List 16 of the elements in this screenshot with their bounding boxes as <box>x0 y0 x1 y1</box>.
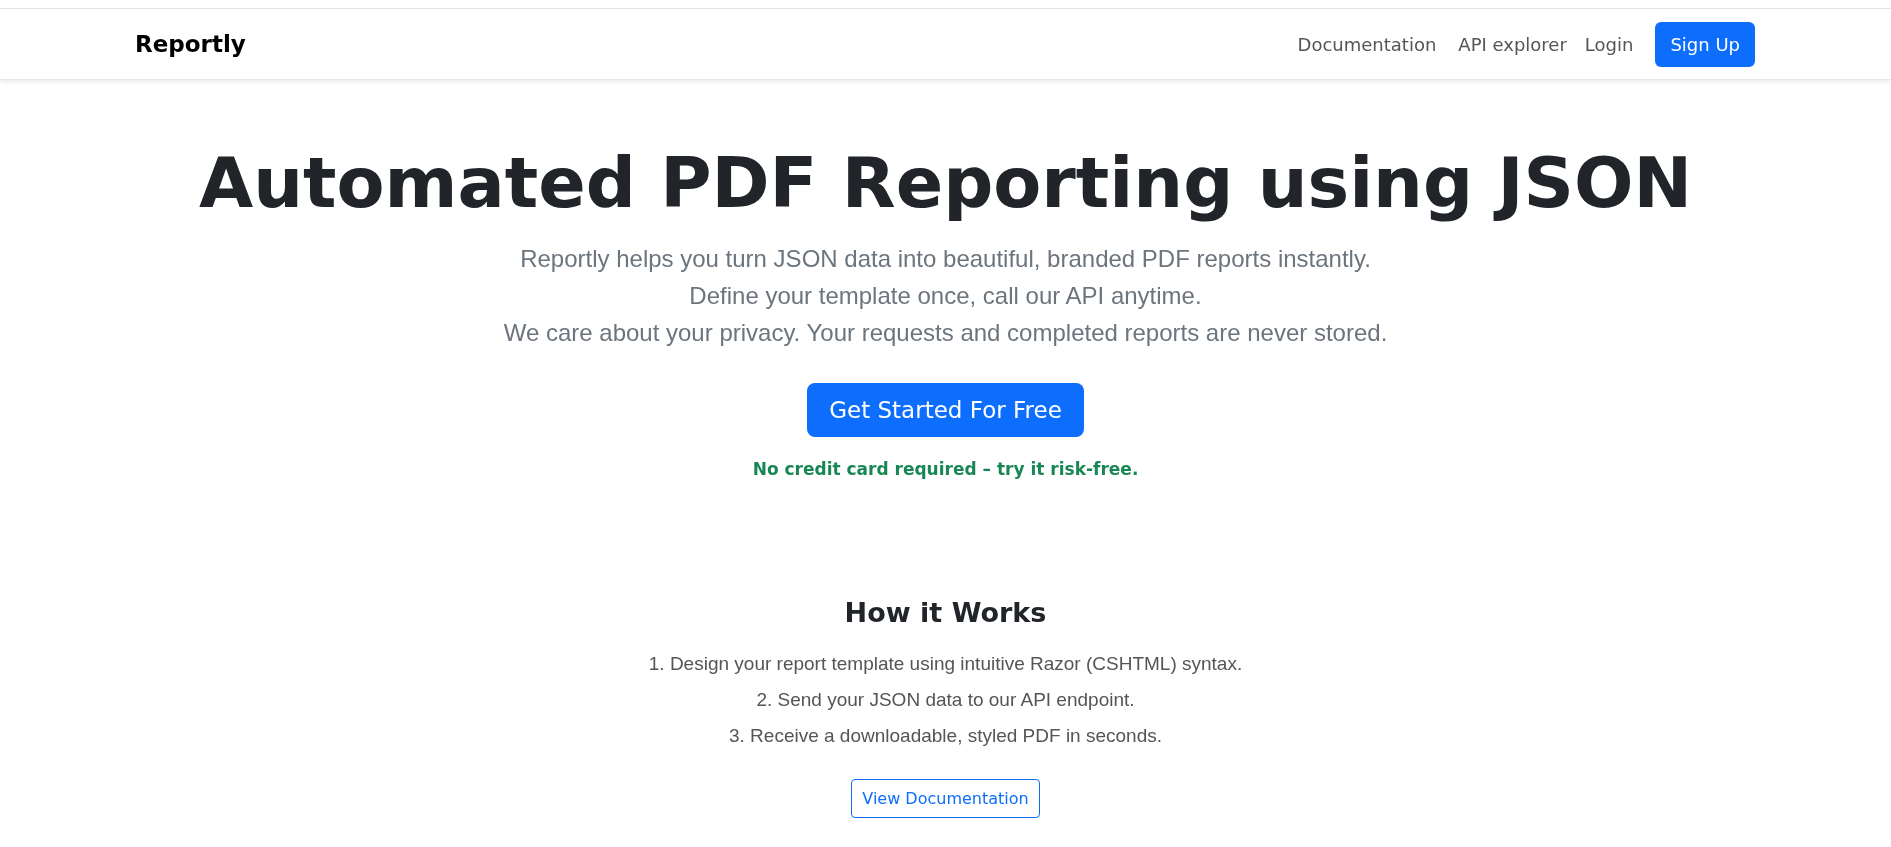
nav-link[interactable]: Documentation <box>1297 33 1437 55</box>
section-heading: How it Works <box>844 597 1047 628</box>
view-documentation-button[interactable]: View Documentation <box>851 779 1040 818</box>
hero-note: No credit card required – try it risk-free. <box>752 459 1139 479</box>
hero-text-line: We care about your privacy. Your requests and completed reports are never stored. <box>503 318 1388 348</box>
nav-link[interactable]: API explorer <box>1458 33 1567 55</box>
step-text: 1. Design your report template using intuitive Razor (CSHTML) syntax. <box>648 652 1243 676</box>
step-text: 2. Send your JSON data to our API endpoint. <box>756 688 1135 712</box>
nav-link[interactable]: Login <box>1584 33 1634 55</box>
hero-text-line: Define your template once, call our API anytime. <box>689 281 1202 311</box>
sign-up-button[interactable]: Sign Up <box>1655 21 1755 67</box>
step-text: 3. Receive a downloadable, styled PDF in seconds. <box>728 724 1162 748</box>
hero-text-line: Reportly helps you turn JSON data into beautiful, branded PDF reports instantly. <box>520 244 1371 274</box>
brand-logo[interactable]: Reportly <box>135 31 246 57</box>
get-started-button[interactable]: Get Started For Free <box>807 383 1084 437</box>
hero-title: Automated PDF Reporting using JSON <box>199 142 1692 224</box>
